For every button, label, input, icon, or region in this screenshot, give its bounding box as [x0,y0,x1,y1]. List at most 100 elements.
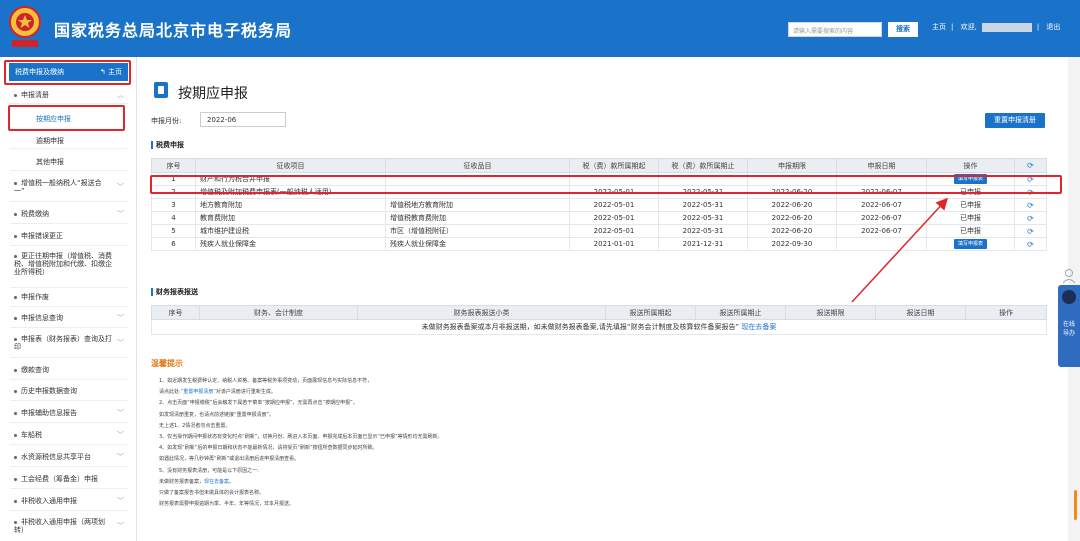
tax-col-header: 申报日期 [836,158,927,173]
reset-declaration-list-button[interactable]: 重置申报清册 [985,113,1045,128]
tip-line: 2、点击页面“申报缴税”后会触发下属若干菜单“按期应申报”，无需再点击“按期应申… [159,400,358,407]
highlight-box-menu [4,60,131,85]
assistant-avatar-icon [1062,290,1076,304]
refresh-row-icon[interactable]: ⟳ [1014,237,1047,251]
sidebar-item-tax-payment[interactable]: 税费缴纳 ﹀ [14,210,126,218]
financial-col-header: 报送期限 [785,305,876,320]
financial-empty-note: 未做财务报表备案或本月非报送期，如未做财务报表备案,请先填报“财务会计制度及核算… [421,323,740,331]
financial-table-header: 序号 财务、会计制度 财务报表报送小类 报送所属期起 报送所属期止 报送期限 报送日期 操作 [151,305,1047,320]
tip-link[interactable]: “重置申报清册” [181,389,216,395]
tax-col-header: 序号 [151,158,196,173]
tax-cell-sub: 残疾人就业保障金 [385,237,570,251]
go-filing-link[interactable]: 现在去备案 [741,323,776,331]
tax-col-header: 税（费）款所属期止 [658,158,748,173]
chevron-down-icon: ﹀ [117,497,124,505]
tax-cell-start: 2022-05-01 [569,224,659,238]
tip-link[interactable]: 现在去备案 [204,479,229,485]
tip-line: 如遇此情况，等几秒钟再“刷新”或退出清册后进申报清册查看。 [159,456,300,463]
tax-col-header: 申报期限 [747,158,837,173]
tax-cell-deadline: 2022-09-30 [747,237,837,251]
sidebar-item-other-declaration[interactable]: 其他申报 [36,157,64,167]
tax-cell-date: 2022-06-07 [836,211,927,225]
scrollbar-thumb[interactable] [1074,490,1077,520]
sidebar-item-declaration-list[interactable]: 申报清册 ︿ [14,91,126,99]
chevron-down-icon: ﹀ [117,339,124,347]
tax-col-header: 操作 [926,158,1015,173]
tax-cell-sub: 增值税地方教育附加 [385,198,570,212]
refresh-row-icon[interactable]: ⟳ [1014,211,1047,225]
search-input[interactable]: 请输入需要搜索的内容 [788,22,882,37]
sidebar-item-past-correction[interactable]: 更正往期申报（增值税、消费税、增值税附加和代缴、扣缴企业所得税） [14,252,114,276]
tax-cell-no: 5 [151,224,196,238]
tax-col-header: 税（费）款所属期起 [569,158,659,173]
tip-line: 如发现清册重复，也请点前述链接“重置申报清册”。 [159,411,275,418]
sidebar-item-history-query[interactable]: 历史申报数据查询 [14,387,126,395]
tip-line: 1、如近期发生税费种认定、纳税人资格、备案等税务事项变动，页面展现信息与实际信息… [159,378,373,384]
chevron-down-icon: ﹀ [117,314,124,322]
tax-cell-start: 2022-05-01 [569,198,659,212]
financial-col-header: 财务、会计制度 [199,305,358,320]
chevron-down-icon: ﹀ [117,210,124,218]
top-links: 主页 | 欢迎, | 退出 [932,22,1061,32]
tip-line: 财务报表需要申报逾期为季、半年、年等情况，非本月报送。 [159,501,295,508]
sidebar-item-nontax-general[interactable]: 非税收入通用申报 ﹀ [14,497,126,505]
user-outline-icon[interactable] [1062,268,1076,284]
tax-cell-no: 4 [151,211,196,225]
tip-line: 3、仅当操作期间申报状态有变化时点“刷新”，切换月份、刷进入本页面、申报完成后本… [159,434,443,440]
sidebar-item-overdue-declaration[interactable]: 逾期申报 [36,136,64,146]
tax-declaration-table: 序号 征收项目 征收品目 税（费）款所属期起 税（费）款所属期止 申报期限 申报日期 操作 ⟳ … [151,158,1047,251]
sidebar-item-error-correction[interactable]: 申报错误更正 [14,232,126,240]
sidebar-item-aux-report[interactable]: 申报辅助信息报告 ﹀ [14,409,126,417]
chevron-down-icon: ﹀ [117,409,124,417]
tips-title: 温馨提示 [151,359,183,368]
sidebar-item-declaration-void[interactable]: 申报作废 [14,293,126,301]
welcome-text: 欢迎, [960,23,977,31]
tax-cell-sub: 市区（增值税附征） [385,224,570,238]
fill-declaration-button[interactable]: 填写申报表 [953,239,987,249]
sidebar-item-nontax-transfer[interactable]: 非税收入通用申报（两项划转） ﹀ [14,518,124,534]
search-button[interactable]: 搜索 [888,22,918,37]
tax-cell-deadline: 2022-06-20 [747,198,837,212]
highlight-box-row1 [150,175,1062,194]
highlight-box-periodic [8,105,125,131]
tip-line: 未做财务报表备案，现在去备案。 [159,478,235,485]
sidebar-item-union-fee[interactable]: 工会经费（筹备金）申报 [14,475,126,483]
tax-cell-deadline: 2022-06-20 [747,211,837,225]
refresh-all-icon[interactable]: ⟳ [1014,158,1047,173]
financial-section-title: 财务报表报送 [151,288,198,296]
sidebar-item-info-query[interactable]: 申报信息查询 ﹀ [14,314,126,322]
sidebar-item-report-print[interactable]: 申报表（财务报表）查询及打印 ﹀ [14,335,124,351]
home-link[interactable]: 主页 [932,23,946,31]
tax-table-row: 5 城市维护建设税 市区（增值税附征） 2022-05-01 2022-05-31 202… [151,224,1047,238]
tax-cell-item: 残疾人就业保障金 [195,237,386,251]
site-title: 国家税务总局北京市电子税务局 [54,21,293,40]
tax-cell-start: 2022-05-01 [569,211,659,225]
tax-cell-date [836,237,927,251]
month-input[interactable]: 2022-06 [200,112,286,127]
sidebar-item-water-tax[interactable]: 水资源税信息共享平台 ﹀ [14,453,126,461]
tax-cell-start: 2021-01-01 [569,237,659,251]
tax-cell-end: 2022-05-31 [658,211,748,225]
chevron-down-icon: ﹀ [117,522,124,530]
sidebar-item-vehicle-tax[interactable]: 车船税 ﹀ [14,431,126,439]
financial-report-table: 序号 财务、会计制度 财务报表报送小类 报送所属期起 报送所属期止 报送期限 报送日期 操作 … [151,305,1047,335]
tip-line: 4、如发现“刷新”后的申报日期和状态不能最新情况，请将受页“刷新”按钮所查数据同… [159,445,378,452]
tax-cell-date: 2022-06-07 [836,198,927,212]
refresh-row-icon[interactable]: ⟳ [1014,198,1047,212]
financial-col-header: 报送所属期起 [605,305,696,320]
tax-cell-deadline: 2022-06-20 [747,224,837,238]
declared-status: 已申报 [960,214,981,222]
sidebar-item-payment-query[interactable]: 缴款查询 [14,366,126,374]
tax-cell-item: 教育费附加 [195,211,386,225]
financial-empty-row: 未做财务报表备案或本月非报送期，如未做财务报表备案,请先填报“财务会计制度及核算… [151,319,1047,335]
chevron-down-icon: ﹀ [117,183,124,191]
sidebar-item-vat-combined[interactable]: 增值税一般纳税人“报送合一” ﹀ [14,179,124,195]
logout-link[interactable]: 退出 [1046,23,1060,31]
financial-col-header: 报送所属期止 [695,305,786,320]
tax-col-header: 征收项目 [195,158,386,173]
tip-line: 请点此处:“重置申报清册”对该户清册进行重新生成。 [159,389,276,396]
month-label: 申报月份: [151,117,182,125]
refresh-row-icon[interactable]: ⟳ [1014,224,1047,238]
tax-cell-no: 3 [151,198,196,212]
tax-section-title: 税费申报 [151,141,184,149]
